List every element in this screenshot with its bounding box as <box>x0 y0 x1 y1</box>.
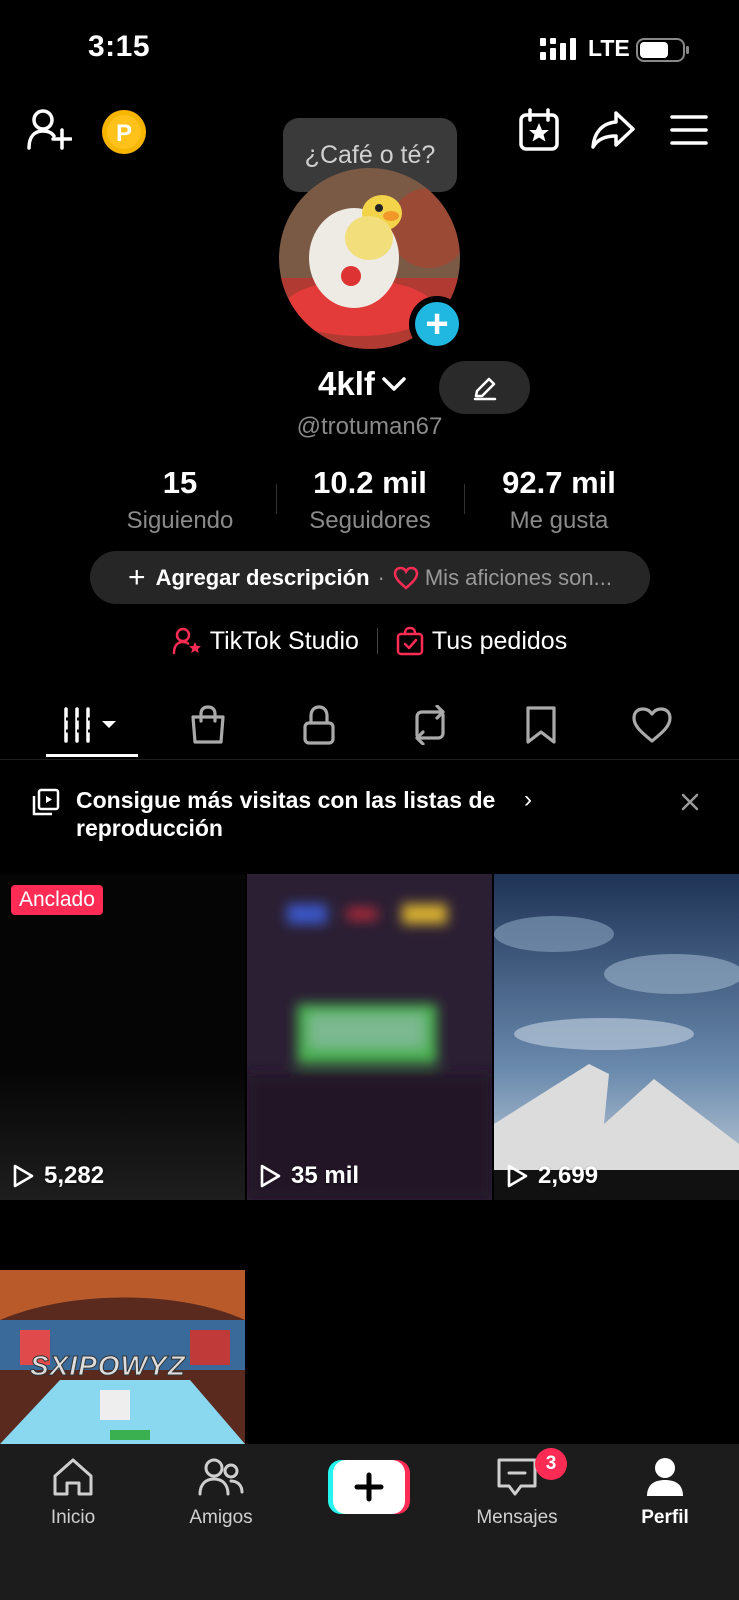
tab-videos[interactable] <box>42 690 142 760</box>
close-icon[interactable] <box>680 792 700 812</box>
nav-friends[interactable]: Amigos <box>166 1456 276 1529</box>
tab-liked[interactable] <box>602 690 702 760</box>
likes-label: Me gusta <box>509 507 609 534</box>
tab-reposts[interactable] <box>380 690 480 760</box>
heart-icon <box>632 707 672 743</box>
nav-home-label: Inicio <box>50 1507 96 1528</box>
thumbnail-overlay-text: SXIPOWYZ <box>30 1350 186 1382</box>
play-icon <box>13 1164 34 1188</box>
nav-home[interactable]: Inicio <box>18 1456 128 1529</box>
tiktok-studio-label: TikTok Studio <box>209 626 359 655</box>
pencil-icon <box>473 377 496 400</box>
lock-icon <box>303 705 335 745</box>
menu-icon[interactable] <box>670 114 708 146</box>
messages-icon <box>497 1458 537 1496</box>
following-label: Siguiendo <box>126 507 234 534</box>
status-bar: 3:15 LTE <box>0 0 739 100</box>
friends-icon <box>198 1458 244 1496</box>
creator-star-icon <box>172 627 201 655</box>
link-divider <box>376 628 378 654</box>
add-description-button[interactable]: + Agregar descripción · Mis aficiones so… <box>90 551 650 604</box>
following-count: 15 <box>162 465 198 500</box>
separator-dot: · <box>377 564 385 590</box>
shopping-bag-icon <box>191 705 225 744</box>
nav-profile[interactable]: Perfil <box>610 1456 720 1529</box>
content-tabs <box>0 690 739 760</box>
creator-links: TikTok Studio Tus pedidos <box>0 626 739 656</box>
bottom-navigation: Inicio Amigos Mensajes 3 Perfil <box>0 1444 739 1600</box>
hobby-label: Mis aficiones son... <box>424 564 612 590</box>
playlist-banner[interactable]: Consigue más visitas con las listas de r… <box>32 786 712 846</box>
plus-icon: + <box>128 560 146 594</box>
tab-shop[interactable] <box>158 690 258 760</box>
view-count-label: 2,699 <box>538 1162 599 1189</box>
stat-followers[interactable]: 10.2 mil Seguidores <box>280 465 460 535</box>
video-tile[interactable]: 2,699 <box>494 874 739 1200</box>
nav-messages-label: Mensajes <box>476 1507 558 1528</box>
profile-icon <box>647 1458 683 1496</box>
add-avatar-button[interactable]: + <box>409 296 465 352</box>
profile-stats: 15 Siguiendo 10.2 mil Seguidores 92.7 mi… <box>0 465 739 535</box>
shopping-bag-check-icon <box>396 626 424 656</box>
play-icon <box>260 1164 281 1188</box>
heart-outline-icon <box>393 566 419 590</box>
stat-divider <box>464 484 465 514</box>
video-tile[interactable]: 5,282 <box>0 874 245 1200</box>
edit-profile-button[interactable] <box>439 361 530 414</box>
status-time: 3:15 <box>88 30 151 63</box>
pinned-badge: Anclado <box>11 885 103 915</box>
add-description-label: Agregar descripción <box>155 564 370 590</box>
play-icon <box>507 1164 528 1188</box>
username: 4klf <box>318 365 375 402</box>
video-tile[interactable]: SXIPOWYZ <box>0 1270 245 1444</box>
banner-text: Consigue más visitas con las listas de r… <box>76 787 496 841</box>
followers-count: 10.2 mil <box>313 465 427 500</box>
signal-icon <box>540 38 576 60</box>
svg-text:P: P <box>116 120 132 147</box>
plus-icon: + <box>415 302 459 346</box>
followers-label: Seguidores <box>309 507 431 534</box>
bookmark-icon <box>526 706 556 744</box>
view-count-label: 5,282 <box>44 1162 105 1189</box>
tab-private[interactable] <box>269 690 369 760</box>
orders-link[interactable]: Tus pedidos <box>396 626 567 656</box>
tab-saved[interactable] <box>491 690 591 760</box>
view-count-label: 35 mil <box>291 1162 360 1189</box>
stat-divider <box>276 484 277 514</box>
add-friend-icon[interactable] <box>26 108 72 152</box>
repost-icon <box>415 705 445 745</box>
coins-icon[interactable]: P <box>100 108 148 156</box>
video-thumbnail <box>247 874 492 1200</box>
share-icon[interactable] <box>590 110 636 150</box>
stat-likes[interactable]: 92.7 mil Me gusta <box>469 465 649 535</box>
messages-badge: 3 <box>535 1448 567 1480</box>
nav-profile-label: Perfil <box>641 1507 689 1528</box>
chevron-down-icon <box>382 377 406 391</box>
grid-icon <box>64 707 116 743</box>
likes-count: 92.7 mil <box>502 465 616 500</box>
video-thumbnail <box>494 874 739 1200</box>
battery-icon <box>636 38 689 62</box>
nav-friends-label: Amigos <box>189 1507 253 1528</box>
username-row[interactable]: 4klf <box>318 365 407 403</box>
home-icon <box>53 1458 93 1496</box>
video-tile[interactable]: 35 mil <box>247 874 492 1200</box>
tiktok-studio-link[interactable]: TikTok Studio <box>172 627 359 656</box>
view-count: 35 mil <box>257 1162 359 1190</box>
user-handle: @trotuman67 <box>296 413 443 440</box>
active-tab-indicator <box>46 754 138 757</box>
calendar-star-icon[interactable] <box>518 108 560 152</box>
network-type: LTE <box>588 35 630 61</box>
view-count: 2,699 <box>504 1162 598 1190</box>
playlist-icon <box>32 788 60 816</box>
stat-following[interactable]: 15 Siguiendo <box>90 465 270 535</box>
create-button[interactable] <box>328 1460 410 1514</box>
chevron-right-icon: › <box>524 786 532 813</box>
view-count: 5,282 <box>10 1162 104 1190</box>
orders-label: Tus pedidos <box>431 626 568 655</box>
